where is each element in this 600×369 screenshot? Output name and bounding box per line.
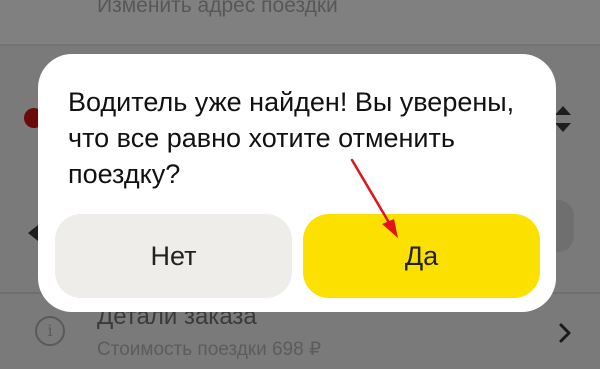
change-address-label: Изменить адрес поездки (97, 0, 338, 17)
info-icon: i (35, 316, 65, 346)
change-address-row[interactable]: Изменить адрес поездки (0, 0, 600, 44)
dialog-message: Водитель уже найден! Вы уверены, что все… (68, 87, 515, 189)
screen: Изменить адрес поездки i Детали заказа С… (0, 0, 600, 369)
yes-button[interactable]: Да (303, 214, 540, 298)
trip-cost-text: Стоимость поездки 698 ₽ (97, 339, 322, 360)
yes-button-label: Да (404, 240, 439, 271)
chevron-right-icon[interactable] (558, 322, 572, 344)
no-button[interactable]: Нет (55, 214, 292, 298)
cancel-confirmation-dialog: Водитель уже найден! Вы уверены, что все… (38, 54, 556, 312)
no-button-label: Нет (150, 240, 197, 271)
